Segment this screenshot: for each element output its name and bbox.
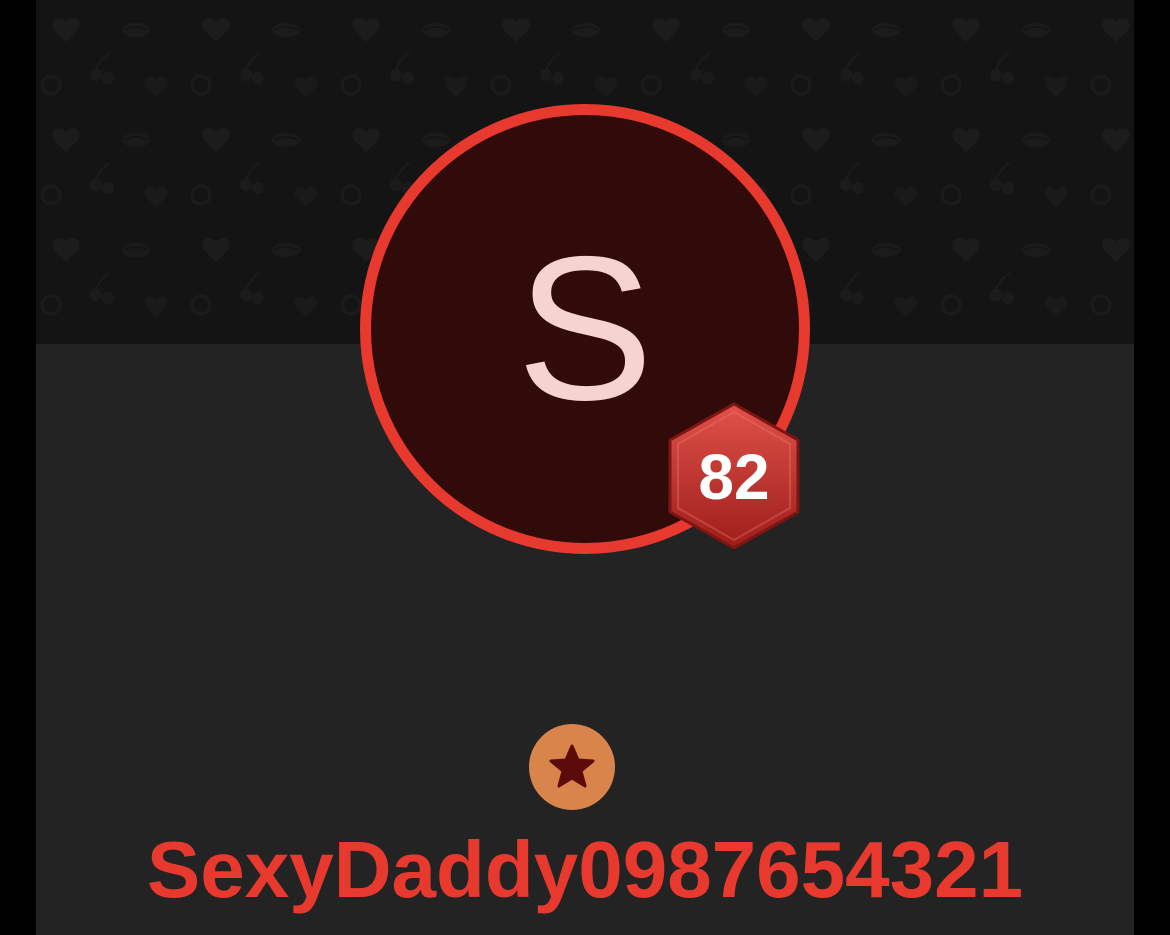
tier-badge[interactable]	[529, 724, 615, 810]
level-number: 82	[698, 441, 770, 513]
star-icon	[549, 744, 595, 788]
level-badge[interactable]: 82	[666, 402, 802, 550]
username: SexyDaddy0987654321	[146, 825, 1024, 914]
profile-screen: S 82 SexyDaddy0987654321	[0, 0, 1170, 935]
